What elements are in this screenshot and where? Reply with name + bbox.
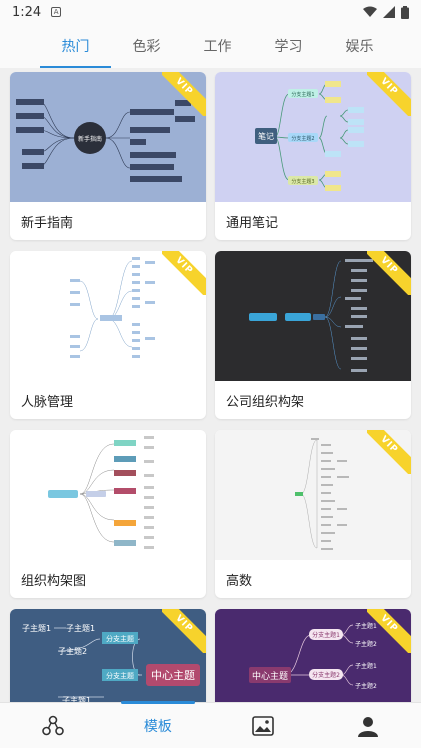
template-title: 新手指南 — [21, 216, 74, 231]
image-icon — [252, 715, 274, 736]
nav-gallery[interactable] — [211, 703, 316, 748]
svg-text:分支主题1: 分支主题1 — [312, 631, 340, 639]
nav-templates[interactable]: 模板 — [105, 701, 210, 748]
tab-work[interactable]: 工作 — [182, 24, 253, 68]
nav-mindmap[interactable] — [0, 703, 105, 748]
svg-text:分支主题2: 分支主题2 — [291, 135, 314, 142]
template-title: 高数 — [226, 574, 253, 589]
template-card[interactable]: 新手指南 VIP 新手指南 — [10, 72, 206, 240]
vip-badge: VIP — [367, 251, 411, 295]
svg-text:子主题1: 子主题1 — [66, 623, 95, 633]
svg-text:分支主题2: 分支主题2 — [312, 671, 340, 679]
bottom-nav: 模板 — [0, 701, 421, 748]
template-card[interactable]: VIP 人脉管理 — [10, 251, 206, 419]
tab-study[interactable]: 学习 — [253, 24, 324, 68]
vip-badge: VIP — [162, 72, 206, 116]
template-card[interactable]: 笔记 分支主题1 分支主题2 分支主题3 VIP 通用笔记 — [215, 72, 411, 240]
tab-hot[interactable]: 热门 — [40, 24, 111, 68]
template-title: 通用笔记 — [226, 216, 279, 231]
status-time: 1:24 — [12, 4, 42, 20]
battery-icon — [401, 5, 409, 19]
template-thumbnail — [10, 430, 206, 560]
svg-text:子主题1: 子主题1 — [355, 662, 377, 670]
center-node-label: 新手指南 — [78, 135, 102, 143]
signal-icon — [383, 6, 395, 18]
vip-badge: VIP — [162, 609, 206, 653]
status-bar: 1:24 A — [0, 0, 421, 24]
notification-icon: A — [51, 7, 62, 17]
wifi-icon — [363, 6, 377, 17]
vip-badge: VIP — [367, 72, 411, 116]
template-card[interactable]: 组织构架图 — [10, 430, 206, 598]
template-card[interactable]: VIP 高数 — [215, 430, 411, 598]
svg-text:子主题2: 子主题2 — [355, 682, 377, 690]
svg-text:分支主题1: 分支主题1 — [291, 91, 314, 98]
nav-templates-label: 模板 — [143, 718, 172, 735]
template-card[interactable]: VIP 公司组织构架 — [215, 251, 411, 419]
vip-badge: VIP — [162, 251, 206, 295]
tab-color[interactable]: 色彩 — [111, 24, 182, 68]
tab-entertainment[interactable]: 娱乐 — [324, 24, 395, 68]
svg-text:子主题2: 子主题2 — [58, 646, 87, 656]
vip-badge: VIP — [367, 430, 411, 474]
svg-text:分支主题: 分支主题 — [106, 671, 134, 680]
vip-badge: VIP — [367, 609, 411, 653]
user-icon — [358, 716, 379, 737]
mindmap-icon — [41, 715, 64, 735]
svg-text:中心主题: 中心主题 — [252, 670, 288, 682]
template-title: 组织构架图 — [21, 574, 87, 589]
template-title: 人脉管理 — [21, 395, 74, 410]
svg-text:子主题1: 子主题1 — [22, 623, 51, 633]
svg-text:分支主题: 分支主题 — [106, 634, 134, 643]
svg-text:中心主题: 中心主题 — [151, 669, 195, 682]
svg-text:笔记: 笔记 — [258, 131, 274, 141]
nav-profile[interactable] — [316, 703, 421, 748]
template-title: 公司组织构架 — [226, 395, 305, 410]
category-tabs: 热门 色彩 工作 学习 娱乐 — [0, 24, 421, 68]
svg-text:分支主题3: 分支主题3 — [291, 178, 314, 185]
